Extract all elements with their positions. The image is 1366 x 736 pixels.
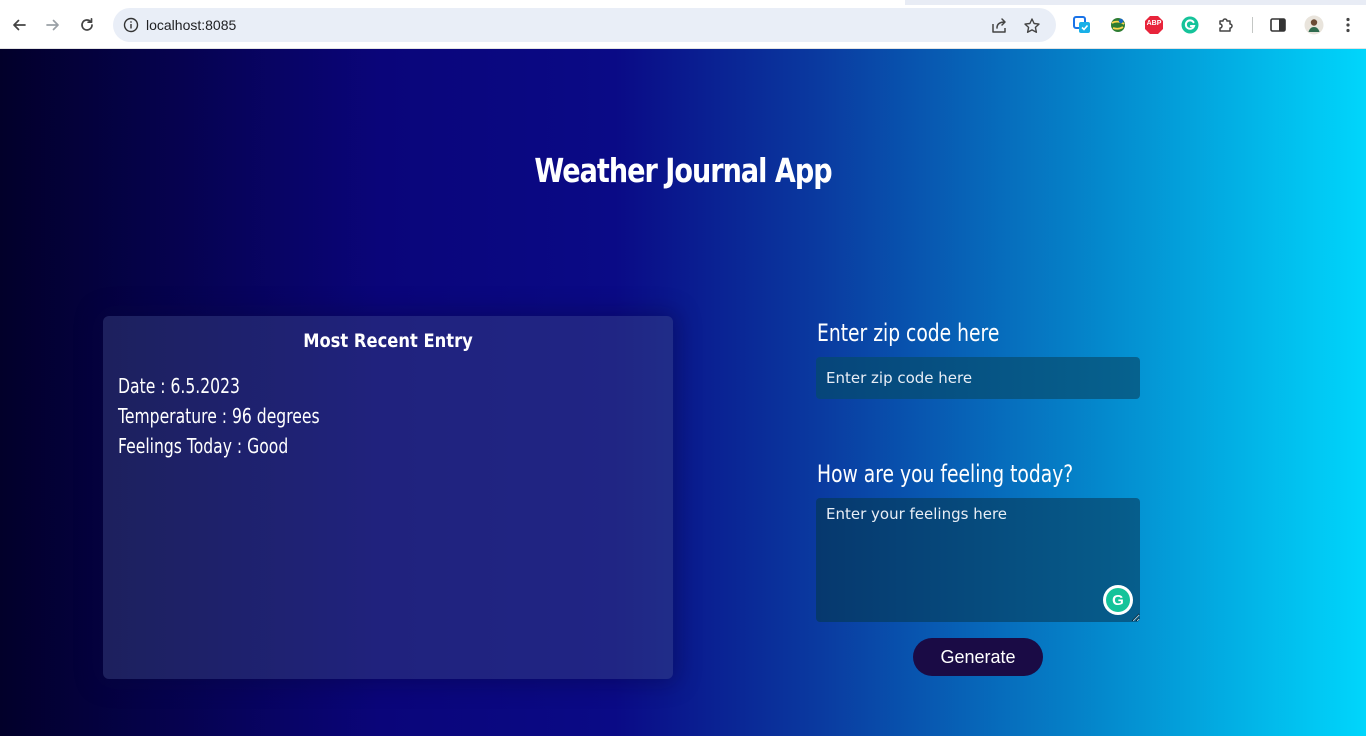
address-bar[interactable]: localhost:8085 xyxy=(113,8,1056,42)
app-page: Weather Journal App Most Recent Entry Da… xyxy=(0,49,1366,736)
entry-temperature: Temperature : 96 degrees xyxy=(118,404,320,428)
back-button[interactable] xyxy=(6,12,32,38)
forward-button[interactable] xyxy=(40,12,66,38)
reload-button[interactable] xyxy=(74,12,100,38)
puzzle-icon xyxy=(1219,18,1233,32)
entry-date: Date : 6.5.2023 xyxy=(118,374,240,398)
active-tab[interactable] xyxy=(0,0,905,5)
screen-capture-extension[interactable] xyxy=(1072,15,1092,35)
side-panel-icon xyxy=(1270,18,1286,32)
screen-capture-icon xyxy=(1073,16,1090,33)
side-panel-button[interactable] xyxy=(1268,15,1288,35)
globe-icon xyxy=(1111,18,1125,32)
arrow-right-icon xyxy=(46,19,59,31)
kebab-menu-icon xyxy=(1346,17,1350,33)
feelings-label: How are you feeling today? xyxy=(817,460,1074,488)
tab-strip xyxy=(0,0,1366,5)
url-text[interactable]: localhost:8085 xyxy=(146,17,236,33)
browser-menu-button[interactable] xyxy=(1338,15,1358,35)
grammarly-icon: G xyxy=(1106,588,1130,612)
entry-heading: Most Recent Entry xyxy=(303,330,473,352)
reload-icon xyxy=(81,17,93,31)
zip-input[interactable] xyxy=(816,357,1140,399)
grammarly-icon xyxy=(1181,16,1199,34)
extensions-button[interactable] xyxy=(1216,15,1236,35)
browser-toolbar: localhost:8085 ABP xyxy=(0,0,1366,49)
globe-extension[interactable] xyxy=(1108,15,1128,35)
info-icon[interactable] xyxy=(123,17,139,33)
grammarly-button[interactable]: G xyxy=(1103,585,1133,615)
zip-label: Enter zip code here xyxy=(817,319,1000,347)
generate-button[interactable]: Generate xyxy=(913,638,1043,676)
toolbar-divider xyxy=(1252,17,1253,33)
star-icon[interactable] xyxy=(1023,17,1041,35)
page-title: Weather Journal App xyxy=(534,151,832,190)
share-icon[interactable] xyxy=(990,17,1008,35)
arrow-left-icon xyxy=(13,19,26,31)
grammarly-extension[interactable] xyxy=(1180,15,1200,35)
adblock-plus-extension[interactable]: ABP xyxy=(1144,15,1164,35)
profile-avatar-icon xyxy=(1304,15,1324,35)
recent-entry-card: Most Recent Entry Date : 6.5.2023 Temper… xyxy=(103,316,673,679)
entry-feelings: Feelings Today : Good xyxy=(118,434,289,458)
feelings-textarea[interactable] xyxy=(816,498,1140,622)
adblock-label: ABP xyxy=(1146,20,1162,27)
avatar[interactable] xyxy=(1304,15,1324,35)
